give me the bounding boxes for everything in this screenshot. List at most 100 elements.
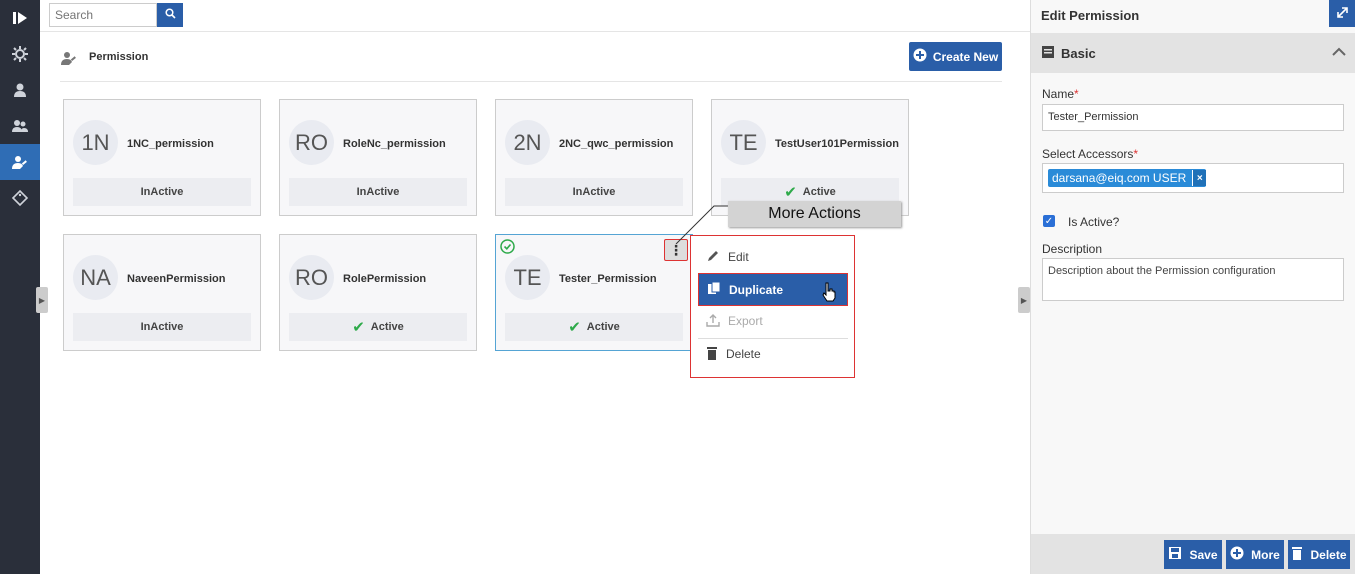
card-name: Tester_Permission — [559, 273, 657, 285]
export-icon — [706, 313, 720, 330]
name-field[interactable]: Tester_Permission — [1042, 104, 1344, 131]
avatar: 2N — [505, 120, 550, 165]
pencil-icon — [706, 249, 720, 266]
plus-circle-icon — [1230, 546, 1244, 563]
avatar: RO — [289, 120, 334, 165]
panel-footer: Save More Delete — [1031, 534, 1355, 574]
permission-card[interactable]: NA NaveenPermission InActive — [63, 234, 261, 351]
save-button[interactable]: Save — [1164, 540, 1222, 569]
create-new-button[interactable]: Create New — [909, 42, 1002, 71]
status-badge: InActive — [73, 178, 251, 206]
save-label: Save — [1189, 547, 1218, 562]
status-label: Active — [370, 321, 404, 333]
divider — [40, 31, 1030, 32]
avatar: RO — [289, 255, 334, 300]
delete-label: Delete — [1310, 547, 1347, 562]
card-name: RolePermission — [343, 273, 427, 285]
permission-card-selected[interactable]: ⋮ TE Tester_Permission ✔ Active — [495, 234, 693, 351]
chevron-up-icon[interactable] — [1332, 45, 1346, 60]
accessor-tag-label: darsana@eiq.com USER — [1052, 171, 1187, 185]
user-icon[interactable] — [0, 72, 40, 108]
status-badge: ✔ Active — [289, 313, 467, 341]
accessors-field[interactable]: darsana@eiq.com USER × — [1042, 163, 1344, 193]
delete-button[interactable]: Delete — [1288, 540, 1350, 569]
create-new-label: Create New — [932, 49, 999, 64]
name-label: Name* — [1042, 87, 1079, 101]
card-name: TestUser101Permission — [775, 138, 899, 150]
edit-panel: Edit Permission Basic Name* Tester_Permi… — [1030, 0, 1355, 574]
save-icon — [1168, 546, 1182, 563]
status-label: InActive — [572, 186, 616, 198]
menu-item-label: Export — [728, 314, 763, 328]
status-label: InActive — [356, 186, 400, 198]
card-name: 1NC_permission — [127, 138, 214, 150]
trash-icon — [1291, 546, 1303, 563]
avatar: NA — [73, 255, 118, 300]
page-title: Permission — [89, 51, 149, 63]
panel-title: Edit Permission — [1041, 8, 1140, 23]
description-label: Description — [1042, 242, 1103, 256]
menu-item-label: Delete — [726, 347, 761, 361]
more-button[interactable]: More — [1226, 540, 1284, 569]
permission-card[interactable]: TE TestUser101Permission ✔ Active — [711, 99, 909, 216]
left-nav — [0, 0, 40, 574]
permission-icon[interactable] — [0, 144, 40, 180]
card-name: NaveenPermission — [127, 273, 226, 285]
accessor-tag: darsana@eiq.com USER × — [1048, 169, 1207, 187]
menu-item-export[interactable]: Export — [698, 306, 848, 336]
selected-check-icon — [500, 239, 515, 257]
avatar: TE — [721, 120, 766, 165]
menu-item-edit[interactable]: Edit — [698, 242, 848, 272]
permission-card[interactable]: 1N 1NC_permission InActive — [63, 99, 261, 216]
card-name: RoleNc_permission — [343, 138, 446, 150]
is-active-label: Is Active? — [1068, 215, 1120, 229]
accessors-label: Select Accessors* — [1042, 147, 1139, 161]
status-label: Active — [586, 321, 620, 333]
check-icon: ✔ — [784, 184, 797, 201]
hand-cursor-icon — [821, 282, 837, 305]
form-icon — [1041, 45, 1055, 62]
section-title: Basic — [1061, 45, 1096, 61]
avatar: TE — [505, 255, 550, 300]
permission-card[interactable]: RO RolePermission ✔ Active — [279, 234, 477, 351]
more-label: More — [1251, 547, 1280, 562]
is-active-checkbox[interactable]: ✓ — [1043, 215, 1055, 227]
status-label: InActive — [140, 321, 184, 333]
permission-card[interactable]: 2N 2NC_qwc_permission InActive — [495, 99, 693, 216]
gear-icon[interactable] — [0, 36, 40, 72]
status-label: Active — [802, 186, 836, 198]
plus-circle-icon — [913, 48, 927, 65]
search-input[interactable] — [49, 3, 157, 27]
status-badge: InActive — [289, 178, 467, 206]
check-icon: ✔ — [568, 319, 581, 336]
description-field[interactable]: Description about the Permission configu… — [1042, 258, 1344, 301]
logo-icon[interactable] — [0, 0, 40, 36]
permission-card[interactable]: RO RoleNc_permission InActive — [279, 99, 477, 216]
trash-icon — [706, 346, 718, 363]
permission-icon — [59, 49, 79, 70]
divider — [60, 81, 1002, 82]
avatar: 1N — [73, 120, 118, 165]
users-icon[interactable] — [0, 108, 40, 144]
search-icon — [164, 8, 176, 22]
expand-button[interactable] — [1329, 0, 1355, 27]
search-button[interactable] — [157, 3, 183, 27]
more-actions-callout: More Actions — [728, 201, 901, 227]
card-name: 2NC_qwc_permission — [559, 138, 674, 150]
right-collapse-toggle[interactable]: ▶ — [1018, 287, 1030, 313]
expand-icon — [1336, 6, 1349, 22]
main-area: Permission Create New 1N 1NC_permission … — [36, 0, 1030, 574]
section-basic[interactable]: Basic — [1031, 33, 1355, 73]
menu-item-label: Duplicate — [729, 282, 784, 297]
actions-menu: Edit Duplicate Export Delete — [690, 235, 855, 378]
close-icon[interactable]: × — [1192, 170, 1207, 186]
check-icon: ✔ — [352, 319, 365, 336]
status-badge: InActive — [505, 178, 683, 206]
menu-item-duplicate[interactable]: Duplicate — [698, 273, 848, 306]
status-label: InActive — [140, 186, 184, 198]
copy-icon — [707, 281, 721, 298]
left-collapse-toggle[interactable]: ▶ — [36, 287, 48, 313]
menu-item-delete[interactable]: Delete — [698, 339, 848, 369]
tag-icon[interactable] — [0, 180, 40, 216]
status-badge: ✔ Active — [505, 313, 683, 341]
